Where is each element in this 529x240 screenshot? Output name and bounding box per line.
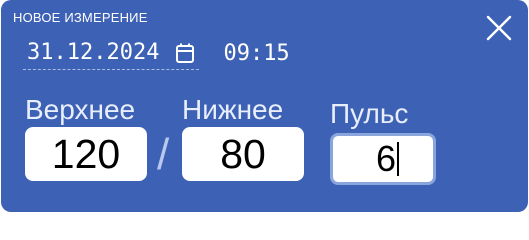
datetime-row: 31.12.2024 09:15 [23, 36, 290, 70]
text-caret [397, 142, 400, 176]
close-button[interactable] [485, 14, 513, 42]
systolic-value: 120 [51, 130, 121, 177]
systolic-label: Верхнее [25, 94, 136, 125]
pulse-value: 6 [376, 138, 397, 179]
date-picker[interactable]: 31.12.2024 [23, 37, 200, 70]
close-icon [486, 15, 512, 41]
separator-slash: / [157, 130, 170, 179]
calendar-icon [175, 42, 195, 64]
diastolic-input[interactable]: 80 [182, 127, 304, 181]
systolic-input[interactable]: 120 [25, 127, 147, 181]
diastolic-label: Нижнее [182, 94, 284, 125]
diastolic-value: 80 [220, 130, 266, 177]
dialog-title: НОВОЕ ИЗМЕРЕНИЕ [13, 10, 148, 25]
date-value: 31.12.2024 [27, 40, 160, 65]
time-value[interactable]: 09:15 [223, 41, 289, 66]
pulse-label: Пульс [330, 98, 409, 129]
new-measurement-dialog: НОВОЕ ИЗМЕРЕНИЕ 31.12.2024 09:15 Верхнее… [1, 0, 528, 212]
pulse-input[interactable]: 6 [330, 133, 436, 185]
